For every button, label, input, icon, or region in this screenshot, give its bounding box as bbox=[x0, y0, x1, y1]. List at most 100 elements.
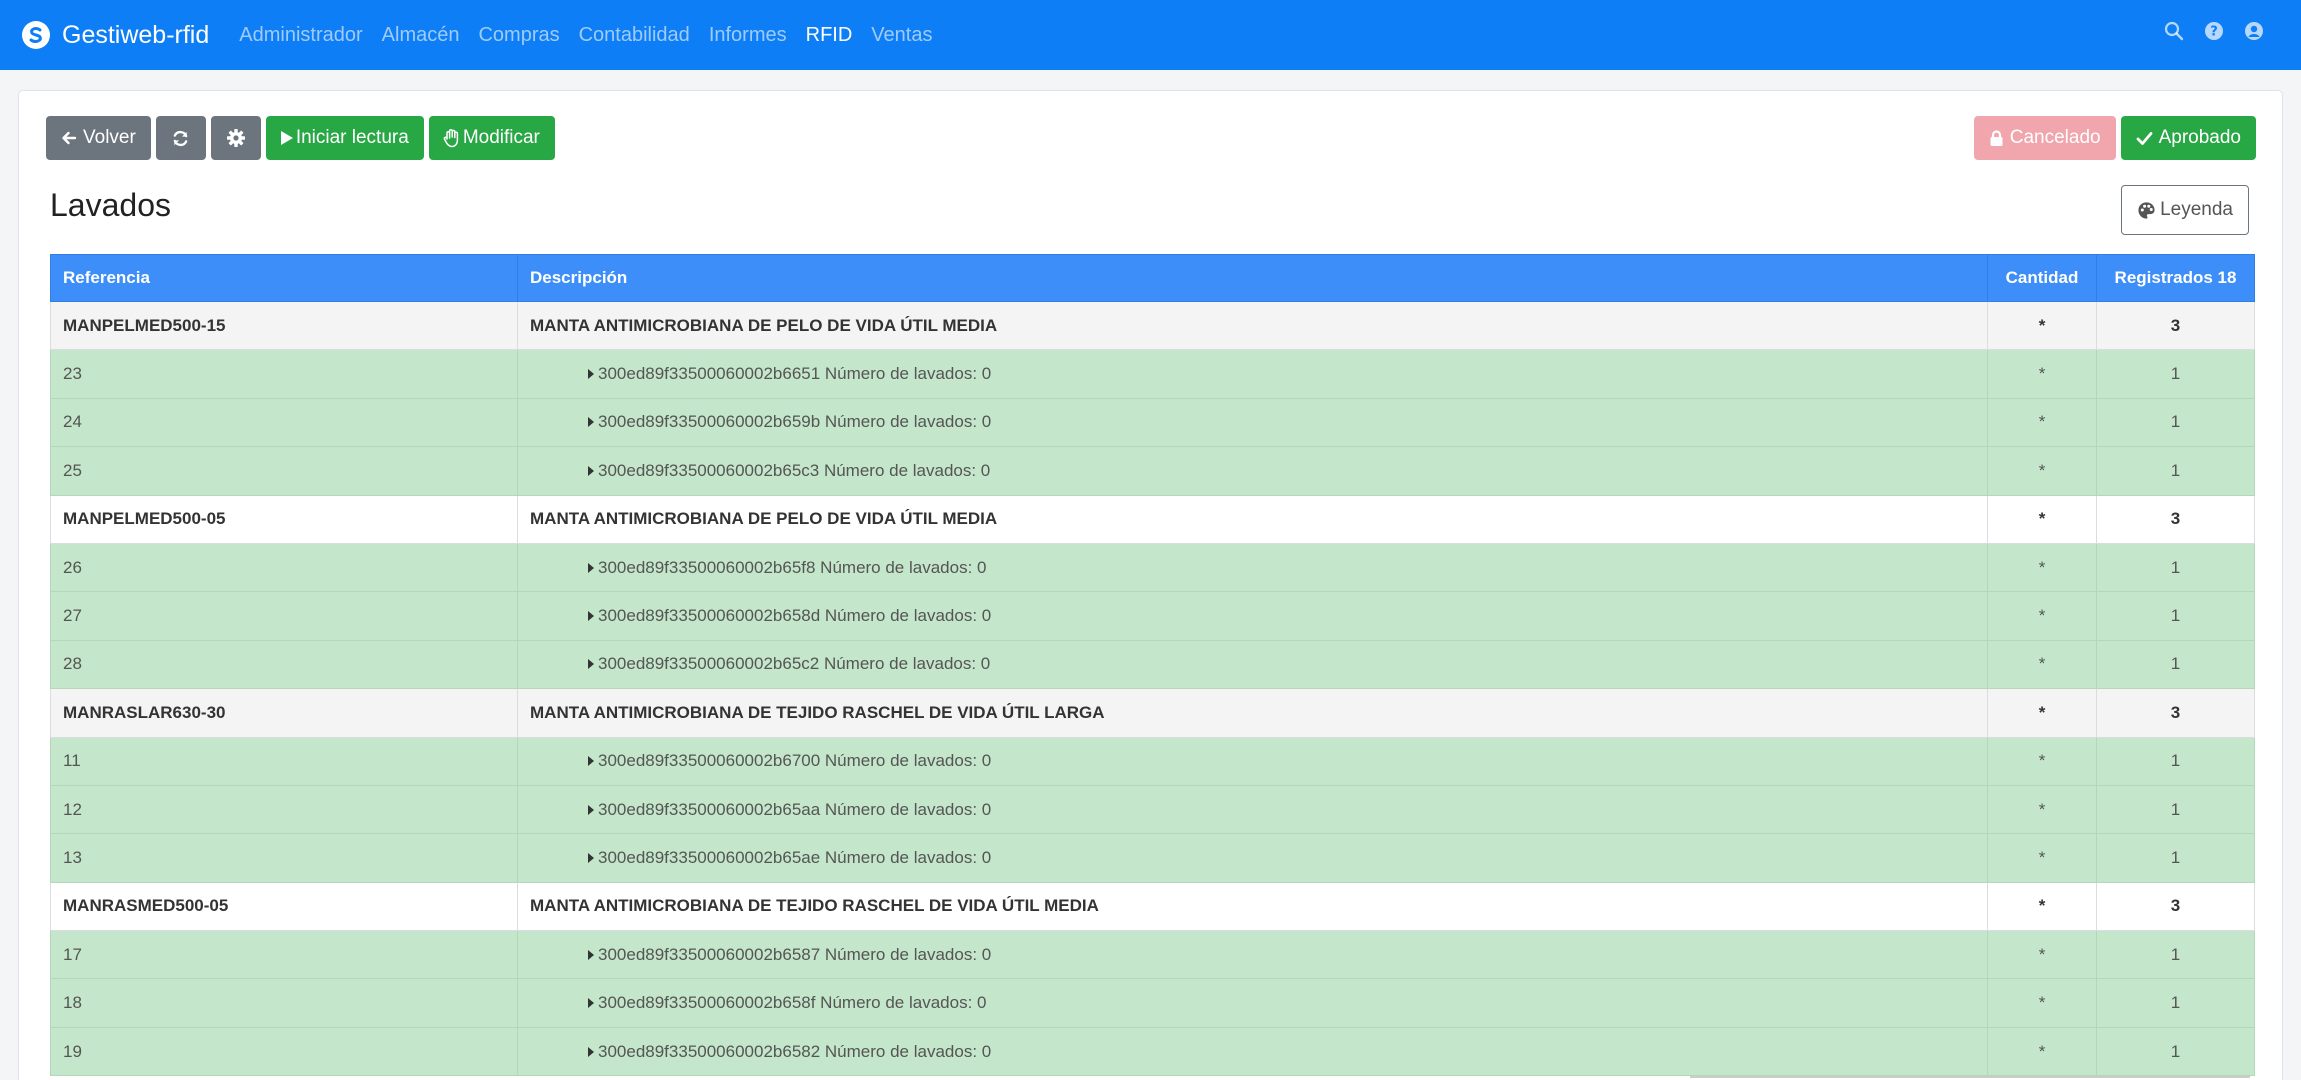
item-reference: 26 bbox=[50, 542, 518, 593]
group-reference: MANRASLAR630-30 bbox=[50, 688, 518, 738]
group-description: MANTA ANTIMICROBIANA DE PELO DE VIDA ÚTI… bbox=[517, 300, 1988, 351]
item-reference: 19 bbox=[50, 1026, 518, 1077]
group-quantity: * bbox=[1987, 300, 2097, 351]
table-row[interactable]: 27 300ed89f33500060002b658d Número de lav… bbox=[50, 591, 2255, 641]
item-description: 300ed89f33500060002b6700 Número de lavad… bbox=[517, 736, 1988, 786]
start-reading-button[interactable]: Iniciar lectura bbox=[265, 116, 424, 160]
item-reference: 28 bbox=[50, 639, 518, 690]
play-icon bbox=[280, 131, 293, 145]
nav-link-2[interactable]: Compras bbox=[478, 24, 559, 47]
table-row[interactable]: 12 300ed89f33500060002b65aa Número de lav… bbox=[50, 784, 2255, 835]
column-header-description[interactable]: Descripción bbox=[517, 254, 1988, 302]
item-description-text: 300ed89f33500060002b658f Número de lavad… bbox=[598, 993, 987, 1013]
table-row[interactable]: 17 300ed89f33500060002b6587 Número de lav… bbox=[50, 930, 2255, 980]
column-header-quantity[interactable]: Cantidad bbox=[1987, 254, 2097, 302]
check-icon bbox=[2136, 131, 2152, 145]
help-circle-icon[interactable]: ? bbox=[2203, 20, 2225, 42]
item-registered: 1 bbox=[2096, 1026, 2255, 1077]
group-registered: 3 bbox=[2096, 300, 2255, 351]
item-registered: 1 bbox=[2096, 833, 2255, 883]
item-reference: 12 bbox=[50, 784, 518, 835]
content-card: Volver Iniciar lectura Modificar Cancela… bbox=[18, 90, 2283, 1080]
nav-link-3[interactable]: Contabilidad bbox=[579, 24, 690, 47]
item-description-text: 300ed89f33500060002b6587 Número de lavad… bbox=[598, 944, 992, 964]
item-reference: 17 bbox=[50, 930, 518, 980]
approved-button[interactable]: Aprobado bbox=[2120, 116, 2256, 160]
column-header-registered[interactable]: Registrados 18 bbox=[2096, 254, 2255, 302]
hand-icon bbox=[443, 129, 458, 148]
item-description-text: 300ed89f33500060002b6700 Número de lavad… bbox=[598, 751, 992, 771]
cancelled-button[interactable]: Cancelado bbox=[1973, 116, 2116, 160]
item-description: 300ed89f33500060002b658f Número de lavad… bbox=[517, 978, 1988, 1028]
table-group-row[interactable]: MANRASLAR630-30 MANTA ANTIMICROBIANA DE T… bbox=[50, 688, 2255, 738]
caret-right-icon[interactable] bbox=[588, 852, 594, 863]
item-description: 300ed89f33500060002b65c2 Número de lavad… bbox=[517, 639, 1988, 690]
item-registered: 1 bbox=[2096, 446, 2255, 496]
table-row[interactable]: 23 300ed89f33500060002b6651 Número de lav… bbox=[50, 349, 2255, 399]
table-row[interactable]: 18 300ed89f33500060002b658f Número de lav… bbox=[50, 978, 2255, 1028]
caret-right-icon[interactable] bbox=[588, 804, 594, 815]
item-description: 300ed89f33500060002b65aa Número de lavad… bbox=[517, 784, 1988, 835]
brand[interactable]: Gestiweb-rfid bbox=[22, 21, 209, 50]
item-description-text: 300ed89f33500060002b6651 Número de lavad… bbox=[598, 364, 992, 384]
item-description-text: 300ed89f33500060002b659b Número de lavad… bbox=[598, 412, 992, 432]
page-title: Lavados bbox=[50, 187, 171, 223]
back-button-label: Volver bbox=[83, 127, 136, 148]
nav-link-0[interactable]: Administrador bbox=[239, 24, 362, 47]
caret-right-icon[interactable] bbox=[588, 465, 594, 476]
item-description: 300ed89f33500060002b6587 Número de lavad… bbox=[517, 930, 1988, 980]
caret-right-icon[interactable] bbox=[588, 949, 594, 960]
refresh-button[interactable] bbox=[155, 116, 206, 160]
modify-button[interactable]: Modificar bbox=[428, 116, 555, 160]
caret-right-icon[interactable] bbox=[588, 417, 594, 428]
table-row[interactable]: 26 300ed89f33500060002b65f8 Número de lav… bbox=[50, 542, 2255, 593]
caret-right-icon[interactable] bbox=[588, 1046, 594, 1057]
nav-link-4[interactable]: Informes bbox=[709, 24, 787, 47]
back-button[interactable]: Volver bbox=[46, 116, 151, 160]
caret-right-icon[interactable] bbox=[588, 562, 594, 573]
item-description: 300ed89f33500060002b659b Número de lavad… bbox=[517, 397, 1988, 448]
approved-label: Aprobado bbox=[2158, 127, 2241, 148]
table-row[interactable]: 13 300ed89f33500060002b65ae Número de lav… bbox=[50, 833, 2255, 883]
group-registered: 3 bbox=[2096, 881, 2255, 932]
item-description-text: 300ed89f33500060002b65c3 Número de lavad… bbox=[598, 460, 991, 480]
table-row[interactable]: 28 300ed89f33500060002b65c2 Número de lav… bbox=[50, 639, 2255, 690]
nav-link-6[interactable]: Ventas bbox=[871, 24, 932, 47]
table-group-row[interactable]: MANRASMED500-05 MANTA ANTIMICROBIANA DE T… bbox=[50, 881, 2255, 932]
palette-icon bbox=[2138, 201, 2155, 219]
table-group-row[interactable]: MANPELMED500-05 MANTA ANTIMICROBIANA DE P… bbox=[50, 494, 2255, 544]
nav-link-1[interactable]: Almacén bbox=[382, 24, 460, 47]
item-description-text: 300ed89f33500060002b65ae Número de lavad… bbox=[598, 847, 992, 867]
caret-right-icon[interactable] bbox=[588, 611, 594, 622]
group-description: MANTA ANTIMICROBIANA DE TEJIDO RASCHEL D… bbox=[517, 688, 1988, 738]
group-description: MANTA ANTIMICROBIANA DE PELO DE VIDA ÚTI… bbox=[517, 494, 1988, 544]
table-row[interactable]: 25 300ed89f33500060002b65c3 Número de lav… bbox=[50, 446, 2255, 496]
item-reference: 24 bbox=[50, 397, 518, 448]
caret-right-icon[interactable] bbox=[588, 756, 594, 767]
item-quantity: * bbox=[1987, 930, 2097, 980]
nav-link-5[interactable]: RFID bbox=[806, 24, 853, 47]
caret-right-icon[interactable] bbox=[588, 369, 594, 380]
caret-right-icon[interactable] bbox=[588, 998, 594, 1009]
item-registered: 1 bbox=[2096, 639, 2255, 690]
item-description-text: 300ed89f33500060002b65f8 Número de lavad… bbox=[598, 557, 987, 577]
settings-button[interactable] bbox=[210, 116, 261, 160]
column-header-reference[interactable]: Referencia bbox=[50, 254, 518, 302]
caret-right-icon[interactable] bbox=[588, 659, 594, 670]
table-group-row[interactable]: MANPELMED500-15 MANTA ANTIMICROBIANA DE P… bbox=[50, 300, 2255, 351]
gear-icon bbox=[226, 129, 245, 147]
user-circle-icon[interactable] bbox=[2243, 20, 2265, 42]
search-icon[interactable] bbox=[2163, 20, 2185, 42]
navbar-icons: ? bbox=[2145, 20, 2265, 42]
group-description: MANTA ANTIMICROBIANA DE TEJIDO RASCHEL D… bbox=[517, 881, 1988, 932]
group-reference: MANPELMED500-15 bbox=[50, 300, 518, 351]
table-row[interactable]: 19 300ed89f33500060002b6582 Número de lav… bbox=[50, 1026, 2255, 1077]
item-description: 300ed89f33500060002b6651 Número de lavad… bbox=[517, 349, 1988, 399]
horizontal-scrollbar[interactable] bbox=[1690, 1076, 2250, 1078]
table-row[interactable]: 11 300ed89f33500060002b6700 Número de lav… bbox=[50, 736, 2255, 786]
legend-button[interactable]: Leyenda bbox=[2121, 185, 2249, 235]
item-quantity: * bbox=[1987, 397, 2097, 448]
item-registered: 1 bbox=[2096, 349, 2255, 399]
item-quantity: * bbox=[1987, 978, 2097, 1028]
table-row[interactable]: 24 300ed89f33500060002b659b Número de lav… bbox=[50, 397, 2255, 448]
